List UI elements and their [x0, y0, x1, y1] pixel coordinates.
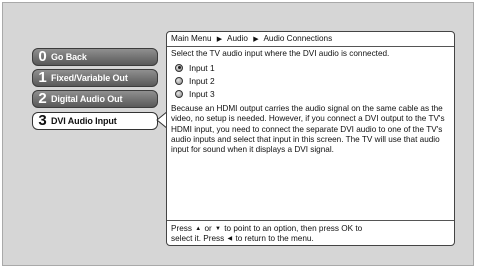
menu-item-number: 2	[38, 90, 47, 107]
breadcrumb-item-audio[interactable]: Audio	[227, 34, 248, 43]
prompt-text: Select the TV audio input where the DVI …	[171, 49, 390, 58]
menu-item-number: 1	[38, 69, 47, 86]
input-options: Input 1 Input 2 Input 3	[167, 59, 454, 100]
menu-item-number: 0	[38, 48, 47, 65]
option-input-3[interactable]: Input 3	[175, 87, 454, 100]
menu-item-number: 3	[38, 112, 47, 129]
menu-item-dvi-audio-input[interactable]: 3 DVI Audio Input	[32, 112, 158, 130]
menu-item-go-back[interactable]: 0 Go Back	[32, 48, 158, 66]
footer-text: or	[204, 224, 212, 234]
help-footer: Press ▲ or ▼ to point to an option, then…	[167, 220, 454, 244]
option-input-2[interactable]: Input 2	[175, 74, 454, 87]
menu-item-label: DVI Audio Input	[51, 116, 117, 126]
breadcrumb-separator-icon: ▶	[253, 36, 259, 43]
footer-text: to return to the menu.	[235, 234, 314, 244]
left-arrow-icon: ◀	[227, 236, 233, 243]
option-input-1[interactable]: Input 1	[175, 61, 454, 74]
footer-text: select it. Press	[171, 234, 225, 244]
down-arrow-icon: ▼	[215, 226, 221, 232]
breadcrumb-item-main-menu[interactable]: Main Menu	[171, 34, 212, 43]
up-arrow-icon: ▲	[195, 226, 202, 232]
menu-item-label: Digital Audio Out	[51, 94, 123, 104]
menu-item-digital-audio-out[interactable]: 2 Digital Audio Out	[32, 90, 158, 108]
option-label: Input 2	[189, 75, 215, 86]
menu-item-label: Fixed/Variable Out	[51, 73, 128, 83]
content-panel: Main Menu ▶ Audio ▶ Audio Connections Se…	[166, 31, 455, 246]
breadcrumb-item-audio-connections: Audio Connections	[263, 34, 333, 43]
footer-text: Press	[171, 224, 192, 234]
option-label: Input 1	[189, 62, 215, 73]
radio-selected-icon[interactable]	[175, 63, 183, 72]
breadcrumb-separator-icon: ▶	[216, 36, 223, 43]
menu-item-label: Go Back	[51, 52, 87, 62]
footer-text: to point to an option, then press OK to	[224, 224, 363, 234]
option-label: Input 3	[189, 88, 215, 99]
radio-icon[interactable]	[175, 89, 183, 98]
description-text: Because an HDMI output carries the audio…	[171, 104, 445, 155]
menu-item-fixed-variable-out[interactable]: 1 Fixed/Variable Out	[32, 69, 158, 87]
radio-icon[interactable]	[175, 76, 183, 85]
breadcrumb: Main Menu ▶ Audio ▶ Audio Connections	[167, 32, 454, 47]
